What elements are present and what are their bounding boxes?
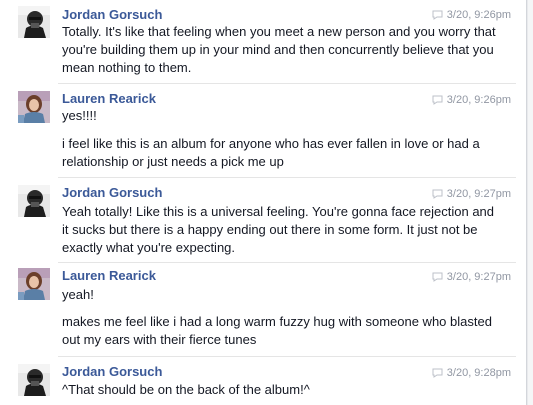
sender-name[interactable]: Jordan Gorsuch [62, 185, 162, 201]
timestamp-text: 3/20, 9:26pm [446, 94, 511, 106]
message-text: Totally. It's like that feeling when you… [62, 24, 496, 75]
scrollbar-track[interactable] [527, 0, 533, 405]
message-text: ^That should be on the back of the album… [62, 382, 310, 397]
sender-name[interactable]: Jordan Gorsuch [62, 364, 162, 380]
message-divider [58, 356, 516, 357]
chat-bubble-icon [432, 10, 443, 20]
timestamp: 3/20, 9:27pm [432, 270, 511, 284]
message-text: yeah! [62, 287, 94, 302]
timestamp-text: 3/20, 9:26pm [446, 9, 511, 21]
jordan-avatar[interactable] [18, 185, 50, 217]
message-text: Yeah totally! Like this is a universal f… [62, 204, 495, 255]
message-text: yes!!!! [62, 108, 97, 123]
message-text: i feel like this is an album for anyone … [62, 136, 480, 169]
chat-bubble-icon [432, 272, 443, 282]
sender-name[interactable]: Lauren Rearick [62, 268, 156, 284]
message-divider [58, 262, 516, 263]
chat-bubble-icon [432, 368, 443, 378]
message-text: makes me feel like i had a long warm fuz… [62, 314, 492, 347]
chat-bubble-icon [432, 189, 443, 199]
timestamp-text: 3/20, 9:27pm [446, 188, 511, 200]
chat-bubble-icon [432, 95, 443, 105]
timestamp: 3/20, 9:26pm [432, 8, 511, 22]
timestamp: 3/20, 9:26pm [432, 93, 511, 107]
message-thread: Jordan Gorsuch 3/20, 9:26pm Totally. It'… [0, 0, 527, 405]
jordan-avatar[interactable] [18, 364, 50, 396]
timestamp: 3/20, 9:28pm [432, 366, 511, 380]
jordan-avatar[interactable] [18, 6, 50, 38]
message-divider [58, 177, 516, 178]
timestamp-text: 3/20, 9:27pm [446, 271, 511, 283]
sender-name[interactable]: Jordan Gorsuch [62, 7, 162, 23]
message-divider [58, 83, 516, 84]
lauren-avatar[interactable] [18, 268, 50, 300]
timestamp-text: 3/20, 9:28pm [446, 367, 511, 379]
timestamp: 3/20, 9:27pm [432, 187, 511, 201]
sender-name[interactable]: Lauren Rearick [62, 91, 156, 107]
lauren-avatar[interactable] [18, 91, 50, 123]
